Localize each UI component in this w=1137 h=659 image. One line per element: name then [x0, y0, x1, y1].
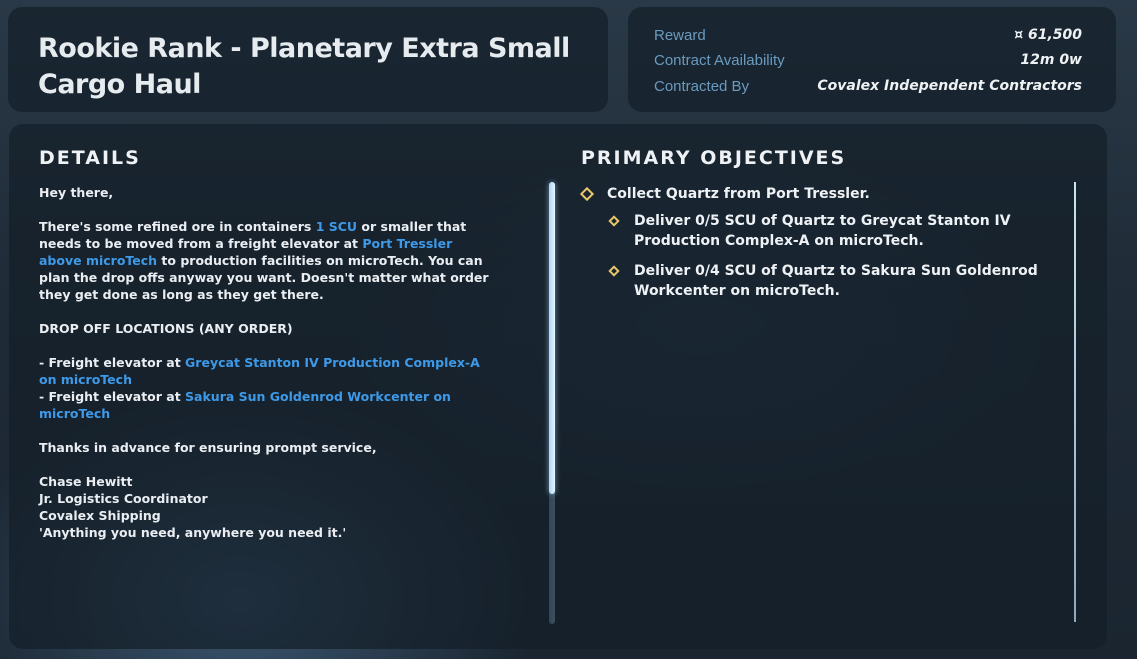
- availability-value: 12m 0w: [1020, 52, 1082, 68]
- dropoff-item: - Freight elevator at Sakura Sun Goldenr…: [39, 388, 489, 422]
- contracted-by-label: Contracted By: [654, 78, 750, 95]
- scu-link[interactable]: 1 SCU: [316, 219, 357, 234]
- dropoff-prefix: - Freight elevator at: [39, 389, 186, 404]
- contracted-by-row: Contracted By Covalex Independent Contra…: [654, 78, 1082, 102]
- details-text: There's some refined ore in containers: [39, 219, 316, 234]
- objective-sub-text: Deliver 0/5 SCU of Quartz to Greycat Sta…: [634, 213, 1011, 249]
- reward-label: Reward: [654, 27, 706, 44]
- signature-motto: 'Anything you need, anywhere you need it…: [39, 525, 347, 540]
- objective-sub-text: Deliver 0/4 SCU of Quartz to Sakura Sun …: [634, 263, 1038, 299]
- signature-title: Jr. Logistics Coordinator: [39, 491, 208, 506]
- objective-sub: Deliver 0/5 SCU of Quartz to Greycat Sta…: [608, 211, 1049, 251]
- contracted-by-value: Covalex Independent Contractors: [817, 78, 1082, 94]
- dropoff-item: - Freight elevator at Greycat Stanton IV…: [39, 354, 489, 388]
- details-scrollbar-thumb[interactable]: [549, 182, 555, 494]
- objectives-heading: PRIMARY OBJECTIVES: [581, 147, 847, 169]
- details-greeting: Hey there,: [39, 185, 114, 200]
- dropoff-heading: DROP OFF LOCATIONS (ANY ORDER): [39, 321, 293, 336]
- details-heading: DETAILS: [39, 147, 141, 169]
- objective-main: Collect Quartz from Port Tressler.: [579, 184, 1062, 204]
- reward-row: Reward ¤ 61,500: [654, 27, 1082, 51]
- availability-row: Contract Availability 12m 0w: [654, 52, 1082, 76]
- details-paragraph: There's some refined ore in containers 1…: [39, 218, 489, 303]
- contract-title-panel: Rookie Rank - Planetary Extra Small Carg…: [8, 7, 608, 112]
- objective-main-text: Collect Quartz from Port Tressler.: [607, 186, 870, 202]
- details-body[interactable]: Hey there, There's some refined ore in c…: [39, 184, 489, 541]
- contract-main-panel: DETAILS Hey there, There's some refined …: [9, 124, 1107, 649]
- contract-title: Rookie Rank - Planetary Extra Small Carg…: [38, 33, 570, 100]
- objective-sub: Deliver 0/4 SCU of Quartz to Sakura Sun …: [608, 261, 1049, 301]
- reward-value: ¤ 61,500: [1014, 27, 1082, 43]
- dropoff-prefix: - Freight elevator at: [39, 355, 186, 370]
- availability-label: Contract Availability: [654, 52, 785, 69]
- objectives-scroll-line: [1074, 182, 1076, 622]
- thanks-line: Thanks in advance for ensuring prompt se…: [39, 440, 377, 455]
- contract-info-panel: Reward ¤ 61,500 Contract Availability 12…: [628, 7, 1116, 112]
- signature-name: Chase Hewitt: [39, 474, 133, 489]
- signature-company: Covalex Shipping: [39, 508, 161, 523]
